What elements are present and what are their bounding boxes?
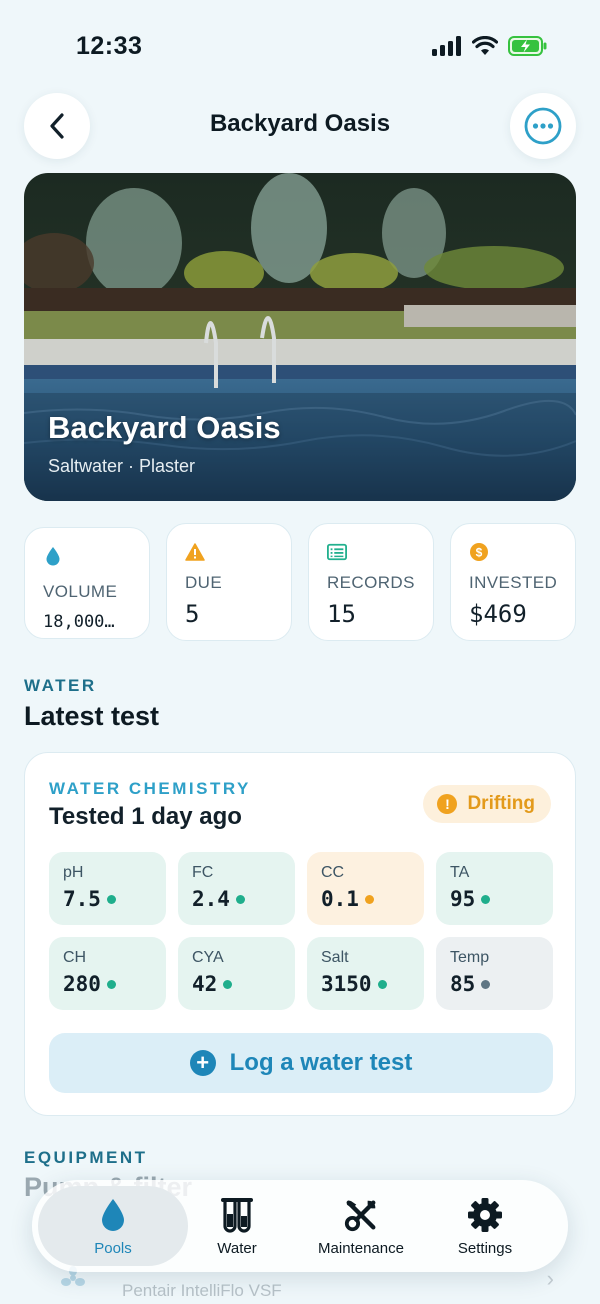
hero-subtitle: Saltwater · Plaster (48, 456, 196, 476)
metric-label: Temp (450, 949, 490, 966)
metric-label: FC (192, 864, 214, 881)
stat-label: RECORDS (327, 573, 415, 592)
metric-value: 0.1 (321, 887, 374, 911)
dollar-icon: $ (469, 542, 489, 562)
tab-label: Pools (94, 1239, 132, 1257)
status-dot (364, 894, 374, 904)
tab-label: Settings (457, 1239, 513, 1257)
svg-text:$: $ (476, 546, 483, 560)
droplet-icon (43, 546, 63, 566)
warning-icon (185, 542, 205, 562)
stat-label: DUE (185, 573, 223, 592)
records-icon (327, 542, 347, 562)
chevron-right-icon: › (546, 1266, 554, 1291)
status-badge-label: Drifting (467, 793, 535, 814)
tools-icon (343, 1196, 379, 1234)
metric-ch[interactable]: CH 280 (49, 937, 166, 1010)
metric-label: CC (321, 864, 345, 881)
tab-label: Water (217, 1239, 257, 1257)
status-dot (481, 894, 491, 904)
stat-value: 15 (327, 600, 356, 628)
water-section-eyebrow: WATER (24, 676, 97, 695)
status-badge: ! Drifting (423, 785, 551, 823)
stat-value: 18,000… (43, 612, 115, 632)
metric-label: pH (63, 864, 84, 881)
metric-label: TA (450, 864, 470, 881)
metric-fc[interactable]: FC 2.4 (178, 852, 295, 925)
stat-card-due[interactable]: DUE 5 (166, 523, 292, 641)
water-card-title: Tested 1 day ago (49, 803, 242, 830)
metric-ta[interactable]: TA 95 (436, 852, 553, 925)
droplet-icon (95, 1196, 131, 1234)
stat-value: 5 (185, 600, 200, 628)
status-dot (223, 979, 233, 989)
stat-card-invested[interactable]: $ INVESTED $469 (450, 523, 576, 641)
metric-salt[interactable]: Salt 3150 (307, 937, 424, 1010)
water-chemistry-card: WATER CHEMISTRY Tested 1 day ago ! Drift… (24, 752, 576, 1116)
status-dot (377, 979, 387, 989)
stat-card-volume[interactable]: VOLUME 18,000… (24, 527, 150, 639)
alert-circle-icon: ! (437, 794, 458, 814)
ellipsis-circle-icon (524, 107, 562, 145)
equipment-section-eyebrow: EQUIPMENT (24, 1148, 148, 1167)
signal-icon (432, 36, 461, 56)
more-options-button[interactable] (510, 93, 576, 159)
status-dot (106, 979, 116, 989)
status-icons (432, 36, 548, 56)
log-water-test-label: Log a water test (229, 1049, 413, 1076)
water-card-eyebrow: WATER CHEMISTRY (49, 779, 251, 798)
stat-label: INVESTED (469, 573, 558, 592)
equipment-item-subtitle: Pentair IntelliFlo VSF (122, 1281, 282, 1300)
status-bar: 12:33 (0, 0, 600, 96)
pool-hero-card[interactable]: Backyard Oasis Saltwater · Plaster (24, 173, 576, 501)
metric-value: 2.4 (192, 887, 245, 911)
metric-temp[interactable]: Temp 85 (436, 937, 553, 1010)
stat-value: $469 (469, 600, 527, 628)
pool-photo (24, 173, 576, 501)
metric-value: 3150 (321, 972, 387, 996)
status-dot (235, 894, 245, 904)
bottom-tab-bar: Pools Water Maintenance Settings (32, 1180, 568, 1272)
log-water-test-button[interactable]: + Log a water test (49, 1033, 553, 1093)
metric-value: 42 (192, 972, 233, 996)
wifi-icon (472, 36, 498, 55)
water-section-title: Latest test (24, 701, 160, 731)
battery-icon (508, 36, 547, 56)
metric-label: Salt (321, 949, 349, 966)
stat-card-records[interactable]: RECORDS 15 (308, 523, 434, 641)
test-tubes-icon (219, 1196, 255, 1234)
metric-value: 95 (450, 887, 491, 911)
gear-icon (467, 1196, 503, 1234)
metric-label: CYA (192, 949, 224, 966)
metric-value: 280 (63, 972, 116, 996)
metric-label: CH (63, 949, 87, 966)
metric-value: 7.5 (63, 887, 116, 911)
tab-settings[interactable]: Settings (410, 1186, 560, 1266)
status-dot (106, 894, 116, 904)
metric-cc[interactable]: CC 0.1 (307, 852, 424, 925)
metric-ph[interactable]: pH 7.5 (49, 852, 166, 925)
status-dot (481, 979, 491, 989)
hero-title: Backyard Oasis (48, 410, 281, 445)
metric-cya[interactable]: CYA 42 (178, 937, 295, 1010)
status-time: 12:33 (76, 32, 143, 60)
tab-label: Maintenance (318, 1239, 404, 1257)
plus-circle-icon: + (189, 1050, 216, 1076)
metric-value: 85 (450, 972, 491, 996)
stat-label: VOLUME (43, 582, 118, 601)
